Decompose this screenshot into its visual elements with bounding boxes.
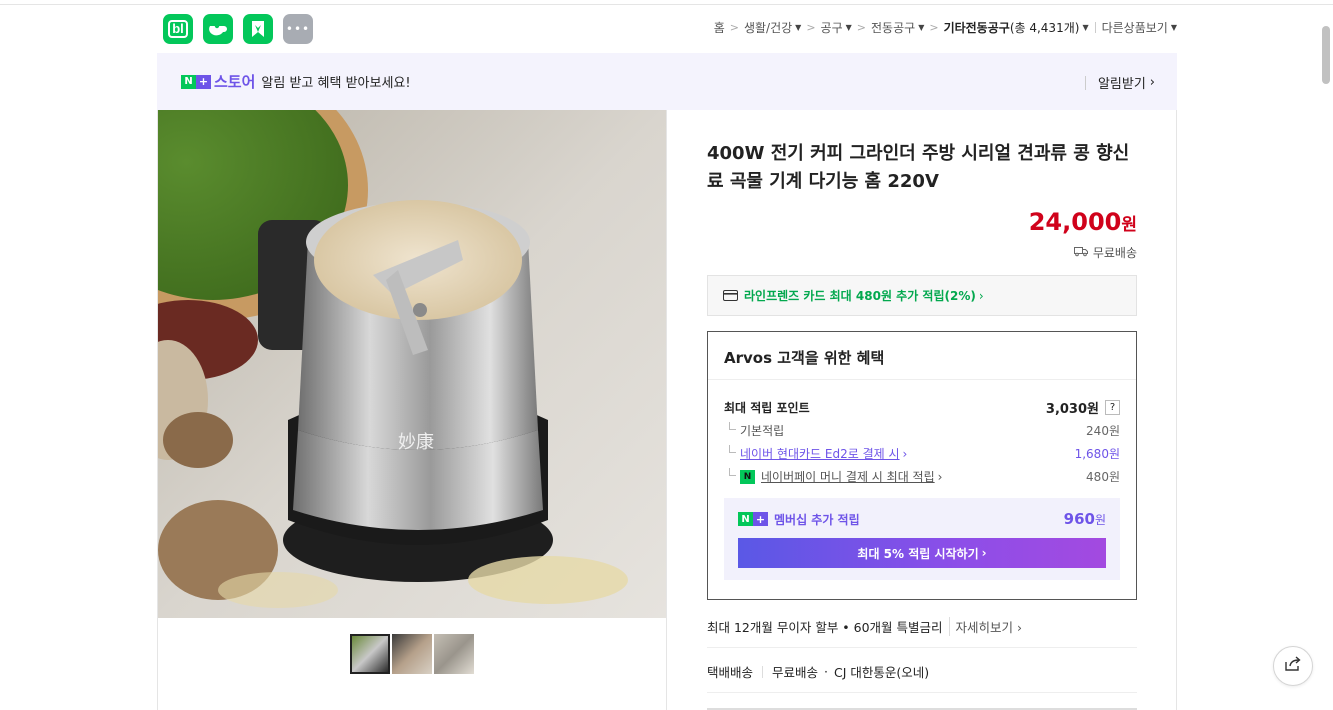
chevron-right-icon: > — [806, 21, 816, 34]
divider — [707, 647, 1137, 648]
caret-down-icon: ▼ — [918, 23, 925, 32]
caret-down-icon: ▼ — [1082, 23, 1089, 32]
blog-icon[interactable]: bl — [163, 14, 193, 44]
points-row-npay[interactable]: N 네이버페이 머니 결제 시 최대 적립 › 480원 — [724, 468, 1120, 485]
breadcrumb: 홈 > 생활/건강 ▼ > 공구 ▼ > 전동공구 ▼ > 기타전동공구 (총 4,43… — [714, 19, 1177, 36]
card-promo-banner[interactable]: 라인프렌즈 카드 최대 480원 추가 적립(2%) › — [707, 275, 1137, 316]
notify-message: 알림 받고 혜택 받아보세요! — [261, 76, 411, 91]
breadcrumb-power-tools[interactable]: 전동공구 ▼ — [871, 19, 924, 36]
chevron-right-icon: › — [981, 546, 987, 560]
divider — [1094, 22, 1096, 33]
points-row-basic: 기본적립 240원 — [724, 422, 1120, 439]
store-label: 스토어 — [214, 73, 256, 91]
product-brand-mark: 妙康 — [398, 432, 434, 453]
points-row-hyundai-card[interactable]: 네이버 현대카드 Ed2로 결제 시 › 1,680원 — [724, 445, 1120, 462]
caret-down-icon: ▼ — [1170, 23, 1177, 32]
more-icon[interactable]: ••• — [283, 14, 313, 44]
notify-subscribe-button[interactable]: 알림받기 › — [1084, 73, 1155, 92]
installment-more-link[interactable]: 자세히보기 › — [948, 617, 1022, 636]
right-frame — [1176, 110, 1177, 710]
product-title: 400W 전기 커피 그라인더 주방 시리얼 견과류 콩 향신료 곡물 기계 다… — [707, 143, 1130, 192]
shipping-info: 무료배송 — [1073, 244, 1137, 261]
product-price: 24,000원 — [1028, 208, 1137, 236]
thumbnail-list — [350, 634, 474, 674]
chevron-right-icon: › — [902, 446, 908, 461]
divider — [762, 665, 764, 678]
npay-icon: N — [740, 469, 755, 484]
share-icon — [1284, 656, 1302, 676]
breadcrumb-life-health[interactable]: 생활/건강 ▼ — [744, 19, 801, 36]
thumbnail-2[interactable] — [392, 634, 432, 674]
truck-icon — [1073, 246, 1088, 260]
breadcrumb-tools[interactable]: 공구 ▼ — [821, 19, 852, 36]
chevron-right-icon: › — [978, 288, 984, 303]
chevron-right-icon: › — [1149, 75, 1155, 90]
notify-bar: N + 스토어 알림 받고 혜택 받아보세요! 알림받기 › — [157, 53, 1177, 110]
caret-down-icon: ▼ — [845, 23, 852, 32]
product-main-image[interactable]: 妙康 — [158, 110, 666, 618]
other-products-link[interactable]: 다른상품보기 ▼ — [1102, 19, 1177, 36]
benefit-box: Arvos 고객을 위한 혜택 최대 적립 포인트 3,030원? 기본적립 2… — [707, 331, 1137, 600]
thumbnail-1[interactable] — [350, 634, 390, 674]
credit-card-icon — [723, 286, 738, 305]
app-icons: bl ••• — [163, 14, 313, 44]
divider — [1084, 75, 1086, 90]
installment-info: 최대 12개월 무이자 할부 • 60개월 특별금리 자세히보기 › — [707, 617, 1022, 636]
caret-down-icon: ▼ — [795, 23, 802, 32]
nplus-store-logo: N + — [181, 74, 211, 89]
help-icon[interactable]: ? — [1105, 400, 1120, 415]
max-points-row: 최대 적립 포인트 3,030원? — [724, 398, 1120, 417]
scrollbar-thumb[interactable] — [1322, 26, 1330, 84]
nplus-icon: N + — [738, 512, 768, 526]
breadcrumb-current[interactable]: 기타전동공구 (총 4,431개) ▼ — [944, 19, 1089, 36]
top-border — [0, 4, 1333, 5]
delivery-info: 택배배송 무료배송 · CJ 대한통운(오네) — [707, 664, 930, 680]
breadcrumb-home[interactable]: 홈 — [714, 19, 725, 36]
chevron-right-icon: › — [937, 469, 943, 484]
membership-start-button[interactable]: 최대 5% 적립 시작하기 › — [738, 538, 1106, 568]
share-button[interactable] — [1273, 646, 1313, 686]
benefit-title: Arvos 고객을 위한 혜택 — [708, 332, 1136, 380]
membership-panel: N + 멤버십 추가 적립 960원 최대 5% 적립 시작하기 › — [724, 498, 1120, 580]
chevron-right-icon: > — [856, 21, 867, 34]
chevron-right-icon: > — [929, 21, 939, 34]
cafe-icon[interactable] — [203, 14, 233, 44]
membership-points: 960원 — [1063, 510, 1106, 528]
thumbnail-3[interactable] — [434, 634, 474, 674]
divider — [707, 692, 1137, 693]
kakao-icon[interactable] — [243, 14, 273, 44]
chevron-right-icon: > — [729, 21, 739, 34]
membership-label: 멤버십 추가 적립 — [774, 512, 860, 527]
